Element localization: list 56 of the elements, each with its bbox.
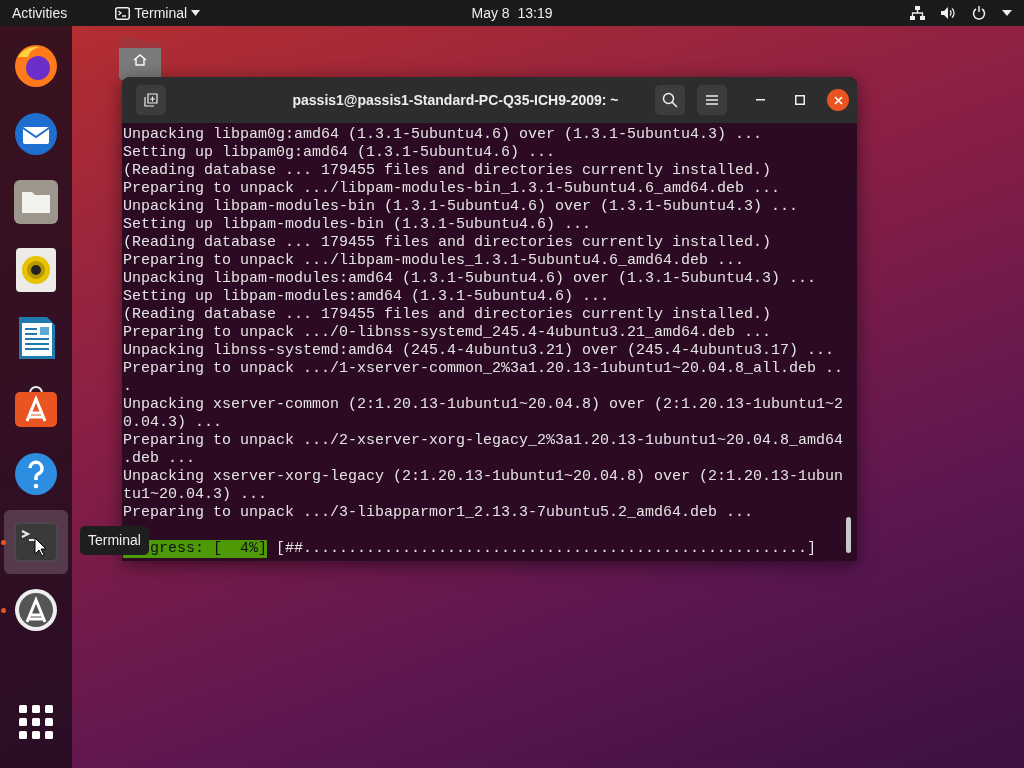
terminal-line: Setting up libpam-modules:amd64 (1.3.1-5ubuntu4.6) ... (123, 288, 610, 306)
terminal-line: Unpacking libnss-systemd:amd64 (245.4-4ubuntu3.21) over (245.4-4ubuntu3.17) ... (123, 342, 835, 360)
envelope-icon (13, 111, 59, 157)
speaker-icon (13, 247, 59, 293)
terminal-line: Preparing to unpack .../2-xserver-xorg-legacy_2%3a1.20.13-1ubuntu1~20.04.8_amd64 (123, 432, 844, 450)
terminal-line: 0.04.3) ... (123, 414, 223, 432)
terminal-line: Preparing to unpack .../0-libnss-systemd_245.4-4ubuntu3.21_amd64.deb ... (123, 324, 772, 342)
activities-button[interactable]: Activities (12, 0, 68, 26)
caret-icon (191, 10, 201, 16)
new-tab-button[interactable] (136, 85, 166, 115)
dock-item[interactable] (4, 510, 68, 574)
close-button[interactable] (827, 89, 849, 111)
volume-icon[interactable] (941, 6, 956, 20)
app-menu[interactable]: Terminal (115, 0, 201, 26)
power-icon[interactable] (972, 6, 986, 20)
terminal-line: Setting up libpam-modules-bin (1.3.1-5ubuntu4.6) ... (123, 216, 592, 234)
terminal-line: Unpacking libpam0g:amd64 (1.3.1-5ubuntu4.6) over (1.3.1-5ubuntu4.3) ... (123, 126, 763, 144)
home-folder-icon[interactable] (117, 36, 163, 80)
clock[interactable]: May 8 13:19 (471, 0, 553, 26)
terminal-line: (Reading database ... 179455 files and directories currently installed.) (123, 234, 772, 252)
search-icon (662, 92, 678, 108)
terminal-line: Preparing to unpack .../libpam-modules_1.3.1-5ubuntu4.6_amd64.deb ... (123, 252, 745, 270)
window-title: passis1@passis1-Standard-PC-Q35-ICH9-2009: ~ (291, 90, 620, 110)
terminal-line: Preparing to unpack .../3-libapparmor1_2.13.3-7ubuntu5.2_amd64.deb ... (123, 504, 754, 522)
terminal-line: Unpacking xserver-xorg-legacy (2:1.20.13-1ubuntu1~20.04.8) over (2:1.20.13-1ubun (123, 468, 844, 486)
terminal-line: . (123, 378, 132, 396)
network-icon[interactable] (910, 6, 925, 20)
menu-button[interactable] (697, 85, 727, 115)
terminal-line: Unpacking libpam-modules-bin (1.3.1-5ubuntu4.6) over (1.3.1-5ubuntu4.3) ... (123, 198, 799, 216)
terminal-line: (Reading database ... 179455 files and directories currently installed.) (123, 162, 772, 180)
progress-bar-text: [##........................................................] (276, 540, 817, 558)
maximize-icon (795, 95, 805, 105)
terminal-line: tu1~20.04.3) ... (123, 486, 268, 504)
terminal-line: Unpacking xserver-common (2:1.20.13-1ubuntu1~20.04.8) over (2:1.20.13-1ubuntu1~2 (123, 396, 844, 414)
menu-icon (706, 95, 718, 105)
folder-icon (13, 179, 59, 225)
search-button[interactable] (655, 85, 685, 115)
close-icon (833, 95, 843, 105)
scrollbar-thumb[interactable] (846, 517, 851, 553)
tooltip: Terminal (80, 526, 149, 555)
terminal-line: Preparing to unpack .../libpam-modules-bin_1.3.1-5ubuntu4.6_amd64.deb ... (123, 180, 781, 198)
caret-icon[interactable] (1002, 10, 1012, 16)
terminal-line: .deb ... (123, 450, 195, 468)
minimize-icon (755, 99, 765, 101)
terminal-line: Setting up libpam0g:amd64 (1.3.1-5ubuntu4.6) ... (123, 144, 556, 162)
shopping-bag-icon (13, 383, 59, 429)
terminal-line: Unpacking libpam-modules:amd64 (1.3.1-5ubuntu4.6) over (1.3.1-5ubuntu4.3) ... (123, 270, 817, 288)
terminal-line: (Reading database ... 179455 files and directories currently installed.) (123, 306, 772, 324)
cursor-icon (34, 537, 47, 557)
firefox-icon (13, 43, 59, 89)
terminal-icon (115, 6, 131, 20)
help-icon (13, 451, 59, 497)
terminal-icon (13, 519, 59, 565)
new-tab-icon (144, 93, 158, 107)
terminal-line: Preparing to unpack .../1-xserver-common_2%3a1.20.13-1ubuntu1~20.04.8_all.deb .. (123, 360, 844, 378)
updater-icon (13, 587, 59, 633)
